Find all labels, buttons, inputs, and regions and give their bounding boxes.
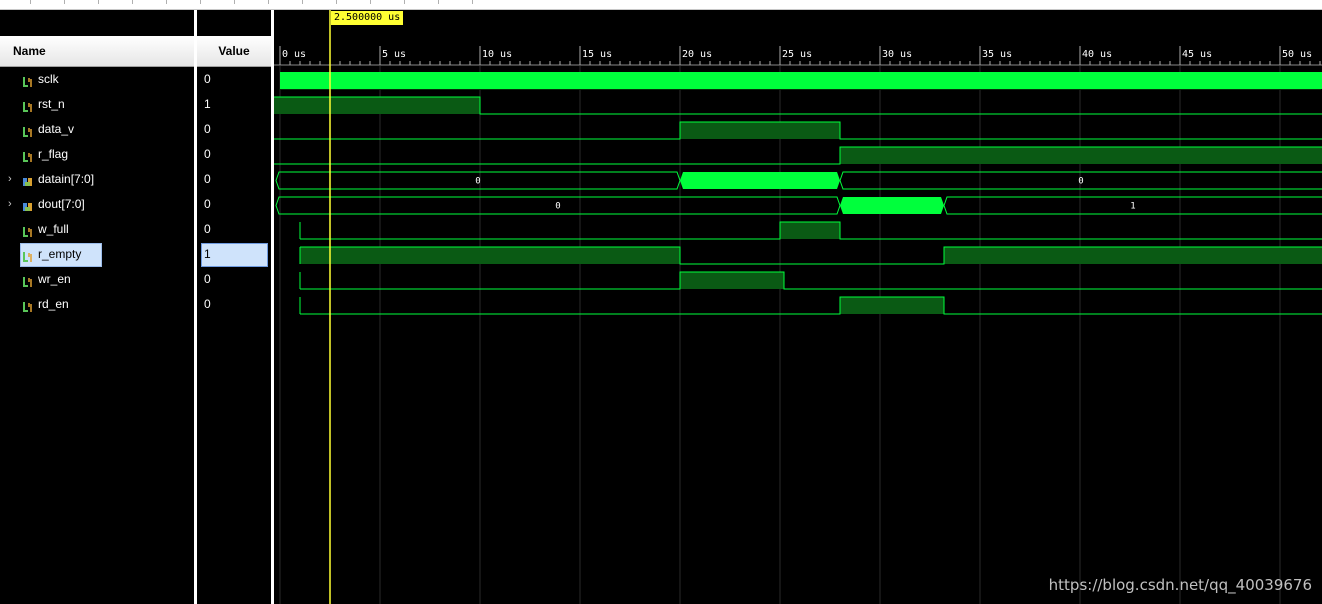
bus-icon — [22, 198, 34, 211]
expand-chevron-icon[interactable]: › — [8, 193, 18, 215]
signal-name-label: rd_en — [38, 297, 69, 311]
selected-value-highlight — [201, 243, 268, 267]
signal-value-text: 1 — [204, 247, 211, 261]
wave-high-fill — [680, 122, 840, 139]
signal-row-wr_en[interactable]: wr_en — [0, 268, 194, 290]
signal-row-sclk[interactable]: sclk — [0, 68, 194, 90]
signal-value-cell[interactable]: 1 — [197, 243, 271, 267]
signal-name-label: rst_n — [38, 97, 65, 111]
bus-active-segment — [840, 197, 944, 214]
wave-trace — [300, 296, 1322, 315]
signal-value-text: 1 — [204, 97, 211, 111]
wave-high-fill — [840, 297, 944, 314]
expand-chevron-icon[interactable]: › — [8, 168, 18, 190]
wave-high-fill — [840, 147, 1322, 164]
waveform-canvas[interactable]: 0 us 5 us 10 us 15 us 20 us 25 us 30 us 35 us 40… — [274, 10, 1322, 604]
signal-value-text: 0 — [204, 297, 211, 311]
wire-icon — [22, 298, 34, 312]
signal-value-cell[interactable]: 0 — [197, 293, 271, 315]
signal-value-text: 0 — [204, 172, 211, 186]
value-column-header[interactable]: Value — [197, 36, 271, 67]
signal-row-data_v[interactable]: data_v — [0, 118, 194, 140]
signal-name-label: data_v — [38, 122, 75, 136]
bus-icon — [22, 173, 34, 186]
signal-value-cell[interactable]: 0 — [197, 118, 271, 140]
signal-row-datain70[interactable]: › datain[7:0] — [0, 168, 194, 190]
signal-name-label: wr_en — [38, 272, 71, 286]
ruler-tick-label: 5 us — [382, 49, 406, 60]
signal-value-cell[interactable]: 1 — [197, 93, 271, 115]
signal-name-label: w_full — [38, 222, 69, 236]
wave-high-fill — [274, 97, 480, 114]
bus-value-label: 0 — [555, 202, 560, 212]
signal-value-cell[interactable]: 0 — [197, 68, 271, 90]
signal-name-label: dout[7:0] — [38, 197, 85, 211]
signal-row-r_empty[interactable]: r_empty — [0, 243, 194, 267]
signal-value-cell[interactable]: 0 — [197, 218, 271, 240]
signal-value-pane: Value 0 1 0 0 0 0 0 1 0 0 — [197, 10, 271, 604]
wire-icon — [22, 273, 34, 287]
wave-high-fill — [680, 272, 784, 289]
signal-value-text: 0 — [204, 72, 211, 86]
signal-name-pane: Name sclk rst_n data_v r_flag › datain[7:0] › d… — [0, 10, 194, 604]
bus-active-segment — [680, 172, 840, 189]
bus-value-label: 1 — [1130, 202, 1135, 212]
ruler-tick-label: 25 us — [782, 49, 812, 60]
ruler-tick-label: 20 us — [682, 49, 712, 60]
ruler-tick-label: 45 us — [1182, 49, 1212, 60]
signal-row-rd_en[interactable]: rd_en — [0, 293, 194, 315]
signal-row-w_full[interactable]: w_full — [0, 218, 194, 240]
signal-value-text: 0 — [204, 197, 211, 211]
signal-value-cell[interactable]: 0 — [197, 143, 271, 165]
signal-value-cell[interactable]: 0 — [197, 193, 271, 215]
signal-name-label: r_empty — [38, 247, 82, 261]
ruler-tick-label: 35 us — [982, 49, 1012, 60]
bus-value-label: 0 — [1078, 177, 1083, 187]
signal-row-rst_n[interactable]: rst_n — [0, 93, 194, 115]
signal-row-dout70[interactable]: › dout[7:0] — [0, 193, 194, 215]
wire-icon — [22, 73, 34, 87]
signal-value-text: 0 — [204, 147, 211, 161]
ruler-tick-label: 40 us — [1082, 49, 1112, 60]
watermark-text: https://blog.csdn.net/qq_40039676 — [1048, 576, 1312, 594]
waveform-view[interactable]: 0 us 5 us 10 us 15 us 20 us 25 us 30 us 35 us 40… — [274, 10, 1322, 604]
signal-name-label: datain[7:0] — [38, 172, 95, 186]
signal-row-r_flag[interactable]: r_flag — [0, 143, 194, 165]
wire-icon — [22, 148, 34, 162]
signal-value-cell[interactable]: 0 — [197, 268, 271, 290]
wire-icon — [22, 123, 34, 137]
clock-edges — [279, 89, 1321, 90]
ruler-tick-label: 50 us — [1282, 49, 1312, 60]
wave-trace — [300, 271, 1322, 290]
ruler-tick-label: 10 us — [482, 49, 512, 60]
wire-icon — [22, 98, 34, 112]
wave-high-fill — [944, 247, 1322, 264]
ruler-tick-label: 15 us — [582, 49, 612, 60]
wire-icon — [22, 248, 34, 262]
signal-value-cell[interactable]: 0 — [197, 168, 271, 190]
cursor-time-label[interactable]: 2.500000 us — [331, 11, 404, 25]
signal-value-text: 0 — [204, 272, 211, 286]
signal-name-label: sclk — [38, 72, 59, 86]
wave-high-fill — [780, 222, 840, 239]
ruler-tick-label: 30 us — [882, 49, 912, 60]
wave-high-fill — [300, 247, 680, 264]
toolbar-strip — [0, 0, 1322, 10]
wire-icon — [22, 223, 34, 237]
ruler-tick-label: 0 us — [282, 49, 306, 60]
clock-wave — [280, 72, 1322, 89]
signal-name-label: r_flag — [38, 147, 69, 161]
signal-value-text: 0 — [204, 122, 211, 136]
signal-value-text: 0 — [204, 222, 211, 236]
bus-value-label: 0 — [475, 177, 480, 187]
name-column-header[interactable]: Name — [0, 36, 194, 67]
